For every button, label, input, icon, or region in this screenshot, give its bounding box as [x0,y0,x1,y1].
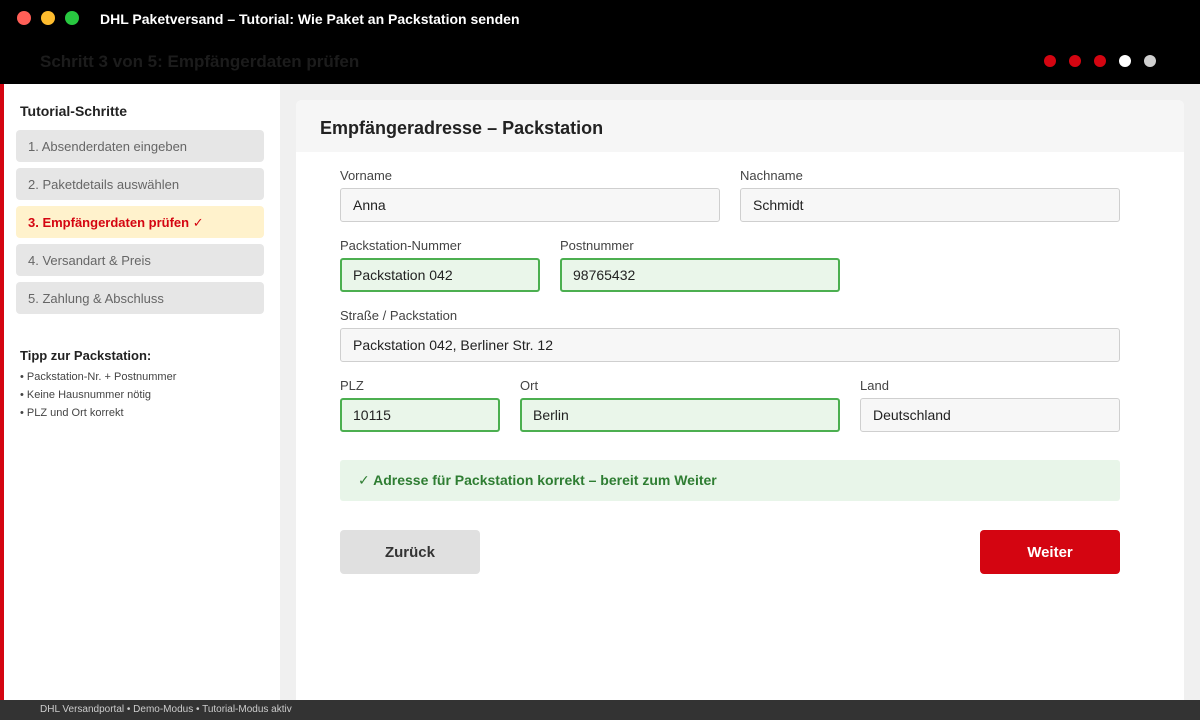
sidebar-step-5[interactable]: 5. Zahlung & Abschluss [16,282,264,314]
progress-dot-4 [1119,55,1131,67]
sidebar-heading: Tutorial-Schritte [20,103,128,119]
minimize-window-button[interactable] [41,11,55,25]
window-title: DHL Paketversand – Tutorial: Wie Paket a… [100,11,520,27]
sidebar-step-2[interactable]: 2. Paketdetails auswählen [16,168,264,200]
land-label: Land [860,378,889,393]
ort-input[interactable] [520,398,840,432]
footer-text: DHL Versandportal • Demo-Modus • Tutoria… [40,704,292,715]
sidebar-step-4[interactable]: 4. Versandart & Preis [16,244,264,276]
maximize-window-button[interactable] [65,11,79,25]
close-window-button[interactable] [17,11,31,25]
nachname-input[interactable] [740,188,1120,222]
packstation-number-input[interactable] [340,258,540,292]
nachname-label: Nachname [740,168,803,183]
strasse-input[interactable] [340,328,1120,362]
sidebar-step-3-active[interactable]: 3. Empfängerdaten prüfen ✓ [16,206,264,238]
title-bar: DHL Paketversand – Tutorial: Wie Paket a… [0,0,1200,36]
tip-line: • Keine Hausnummer nötig [20,389,152,401]
form-header: Empfängeradresse – Packstation [296,100,1184,152]
tip-line: • PLZ und Ort korrekt [20,407,124,419]
address-form-panel: Empfängeradresse – Packstation Vorname N… [296,100,1184,700]
ort-label: Ort [520,378,539,393]
progress-dot-5 [1144,55,1156,67]
postnummer-input[interactable] [560,258,840,292]
tip-line: • Packstation-Nr. + Postnummer [20,371,177,383]
next-button[interactable]: Weiter [980,530,1120,574]
progress-dot-3 [1094,55,1106,67]
sidebar: Tutorial-Schritte 1. Absenderdaten einge… [4,84,280,700]
plz-input[interactable] [340,398,500,432]
back-button[interactable]: Zurück [340,530,480,574]
form-title: Empfängeradresse – Packstation [320,118,604,138]
status-footer: DHL Versandportal • Demo-Modus • Tutoria… [0,700,1200,720]
progress-dot-1 [1044,55,1056,67]
strasse-label: Straße / Packstation [340,308,458,323]
step-title: Schritt 3 von 5: Empfängerdaten prüfen [40,52,360,71]
vorname-label: Vorname [340,168,393,183]
plz-label: PLZ [340,378,364,393]
land-input[interactable] [860,398,1120,432]
tip-heading: Tipp zur Packstation: [20,348,152,363]
validation-success-message: ✓ Adresse für Packstation korrekt – bere… [340,460,1120,501]
sidebar-step-1[interactable]: 1. Absenderdaten eingeben [16,130,264,162]
vorname-input[interactable] [340,188,720,222]
packstation-label: Packstation-Nummer [340,238,462,253]
postnummer-label: Postnummer [560,238,634,253]
step-header: Schritt 3 von 5: Empfängerdaten prüfen [0,36,1200,84]
progress-dot-2 [1069,55,1081,67]
